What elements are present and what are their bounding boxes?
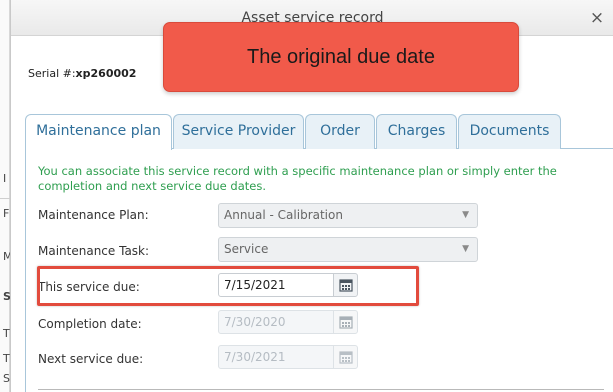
maintenance-plan-select[interactable]: Annual - Calibration ▼ (218, 203, 478, 228)
next-service-due-label: Next service due: (38, 352, 144, 366)
asset-service-record-dialog: Asset service record × Serial #:xp260002… (10, 0, 613, 392)
maintenance-task-label: Maintenance Task: (38, 244, 150, 258)
bg-fragment: I (3, 172, 7, 185)
bg-fragment: T (3, 327, 10, 340)
tab-documents[interactable]: Documents (458, 114, 561, 149)
bg-divider (0, 198, 10, 199)
tab-order[interactable]: Order (305, 114, 375, 149)
tab-maintenance-plan[interactable]: Maintenance plan (25, 114, 172, 150)
tab-charges[interactable]: Charges (376, 114, 457, 149)
info-text: You can associate this service record wi… (38, 164, 557, 193)
background-page: I F M S T T S (0, 0, 13, 392)
tab-service-provider[interactable]: Service Provider (173, 114, 304, 149)
annotation-callout: The original due date (163, 22, 519, 92)
calendar-icon (339, 351, 353, 364)
callout-text: The original due date (247, 46, 435, 68)
bg-fragment: S (3, 372, 10, 385)
maintenance-plan-value: Annual - Calibration (224, 208, 343, 222)
bg-fragment: F (3, 207, 10, 220)
completion-date-input[interactable]: 7/30/2020 (218, 310, 334, 334)
calendar-icon (339, 316, 353, 329)
serial-number: Serial #:xp260002 (28, 67, 136, 80)
serial-value: xp260002 (75, 67, 137, 80)
maintenance-task-select[interactable]: Service ▼ (218, 237, 478, 262)
chevron-down-icon: ▼ (462, 210, 469, 220)
next-service-due-calendar-button[interactable] (333, 345, 358, 369)
next-service-due-input[interactable]: 7/30/2021 (218, 345, 334, 369)
completion-date-label: Completion date: (38, 317, 142, 331)
annotation-highlight-box (37, 266, 419, 306)
close-icon[interactable]: × (588, 9, 606, 27)
serial-label: Serial #: (28, 67, 76, 80)
section-divider (38, 389, 604, 390)
bg-fragment: T (3, 352, 10, 365)
maintenance-plan-label: Maintenance Plan: (38, 208, 149, 222)
chevron-down-icon: ▼ (462, 244, 469, 254)
completion-date-calendar-button[interactable] (333, 310, 358, 334)
maintenance-task-value: Service (224, 242, 269, 256)
